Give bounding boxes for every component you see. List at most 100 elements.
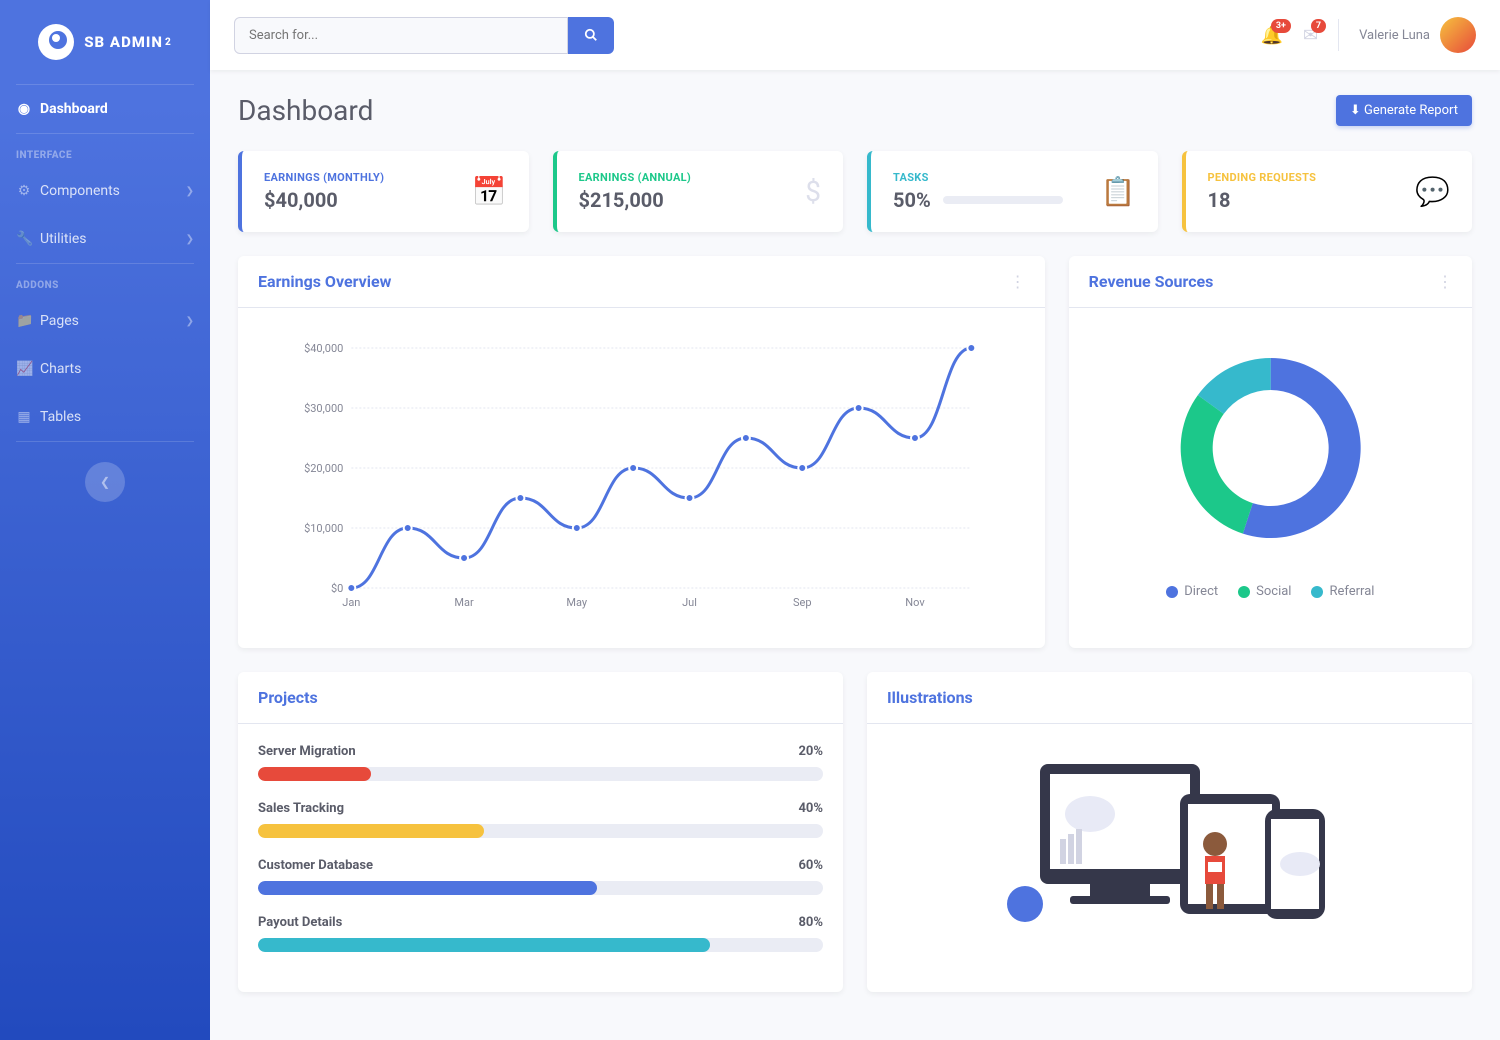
illustrations-panel-header: Illustrations xyxy=(867,672,1472,724)
chevron-right-icon: ❯ xyxy=(186,316,194,327)
page-header: Dashboard ⬇ Generate Report xyxy=(238,94,1472,127)
nav-heading-interface: INTERFACE xyxy=(0,134,210,167)
search-input[interactable] xyxy=(234,17,568,54)
chart-area-icon: 📈 xyxy=(16,361,32,377)
search-form xyxy=(234,17,614,54)
donut-chart-svg xyxy=(1089,328,1452,568)
card-value: 50% xyxy=(893,188,931,212)
project-bar xyxy=(258,824,823,838)
illustrations-body xyxy=(867,724,1472,944)
nav-charts[interactable]: 📈 Charts xyxy=(0,345,210,393)
table-icon: ▦ xyxy=(16,409,32,425)
project-name: Sales Tracking xyxy=(258,801,344,816)
generate-report-label: Generate Report xyxy=(1364,103,1458,118)
legend-social: Social xyxy=(1238,584,1291,599)
card-earnings-monthly: EARNINGS (MONTHLY) $40,000 📅 xyxy=(238,151,529,232)
sidebar-collapse-button[interactable]: ❮ xyxy=(85,462,125,502)
search-button[interactable] xyxy=(568,17,614,54)
svg-text:Nov: Nov xyxy=(905,596,925,609)
svg-text:$0: $0 xyxy=(331,582,343,595)
comments-icon: 💬 xyxy=(1415,175,1450,208)
legend-referral: Referral xyxy=(1311,584,1374,599)
nav-heading-addons: ADDONS xyxy=(0,264,210,297)
generate-report-button[interactable]: ⬇ Generate Report xyxy=(1336,95,1472,126)
nav-pages-label: Pages xyxy=(40,313,79,329)
clipboard-icon: 📋 xyxy=(1101,175,1136,208)
revenue-panel-header: Revenue Sources ⋮ xyxy=(1069,256,1472,308)
project-item: Server Migration20% xyxy=(258,744,823,781)
brand-text: SB ADMIN xyxy=(84,33,163,51)
revenue-menu-button[interactable]: ⋮ xyxy=(1437,272,1452,291)
bottom-row: Projects Server Migration20% Sales Tracki… xyxy=(238,672,1472,992)
user-dropdown[interactable]: Valerie Luna xyxy=(1359,17,1476,53)
svg-text:Jul: Jul xyxy=(682,596,697,609)
chevron-right-icon: ❯ xyxy=(186,186,194,197)
projects-panel: Projects Server Migration20% Sales Tracki… xyxy=(238,672,843,992)
revenue-panel: Revenue Sources ⋮ Direct Social Referral xyxy=(1069,256,1472,648)
avatar xyxy=(1440,17,1476,53)
line-chart-svg: $0$10,000$20,000$30,000$40,000JanMarMayJ… xyxy=(258,328,1025,628)
revenue-legend: Direct Social Referral xyxy=(1089,584,1452,599)
illustration-svg xyxy=(990,734,1350,934)
nav-tables-label: Tables xyxy=(40,409,81,425)
stat-cards: EARNINGS (MONTHLY) $40,000 📅 EARNINGS (A… xyxy=(238,151,1472,232)
project-bar xyxy=(258,881,823,895)
project-item: Sales Tracking 40% xyxy=(258,801,823,838)
illustrations-title: Illustrations xyxy=(887,688,973,707)
nav-components-label: Components xyxy=(40,183,120,199)
cog-icon: ⚙ xyxy=(16,183,32,199)
earnings-menu-button[interactable]: ⋮ xyxy=(1010,272,1025,291)
card-label: PENDING REQUESTS xyxy=(1208,171,1317,184)
card-pending: PENDING REQUESTS 18 💬 xyxy=(1182,151,1473,232)
svg-text:$10,000: $10,000 xyxy=(304,522,343,535)
svg-text:Sep: Sep xyxy=(793,596,812,609)
card-earnings-annual: EARNINGS (ANNUAL) $215,000 $ xyxy=(553,151,844,232)
project-item: Payout Details80% xyxy=(258,915,823,952)
download-icon: ⬇ xyxy=(1350,103,1361,118)
card-value: $40,000 xyxy=(264,188,384,212)
nav-utilities[interactable]: 🔧 Utilities ❯ xyxy=(0,215,210,263)
charts-row: Earnings Overview ⋮ $0$10,000$20,000$30,… xyxy=(238,256,1472,648)
project-item: Customer Database 60% xyxy=(258,858,823,895)
nav-utilities-label: Utilities xyxy=(40,231,87,247)
topbar-right: 🔔 3+ ✉ 7 Valerie Luna xyxy=(1261,17,1476,53)
nav-dashboard-label: Dashboard xyxy=(40,101,108,117)
projects-title: Projects xyxy=(258,688,318,707)
project-name: Payout Details xyxy=(258,915,342,930)
projects-panel-header: Projects xyxy=(238,672,843,724)
card-label: EARNINGS (MONTHLY) xyxy=(264,171,384,184)
svg-text:$30,000: $30,000 xyxy=(304,402,343,415)
alerts-dropdown[interactable]: 🔔 3+ xyxy=(1261,25,1283,46)
topbar: 🔔 3+ ✉ 7 Valerie Luna xyxy=(210,0,1500,70)
earnings-title: Earnings Overview xyxy=(258,272,391,291)
svg-text:Mar: Mar xyxy=(454,596,474,609)
messages-dropdown[interactable]: ✉ 7 xyxy=(1303,25,1318,46)
card-value: 18 xyxy=(1208,188,1317,212)
earnings-chart: $0$10,000$20,000$30,000$40,000JanMarMayJ… xyxy=(238,308,1045,648)
main: 🔔 3+ ✉ 7 Valerie Luna Dashboard ⬇ Genera… xyxy=(210,0,1500,1040)
wrench-icon: 🔧 xyxy=(16,231,32,247)
tasks-progress xyxy=(943,196,1063,204)
card-label: TASKS xyxy=(893,171,1101,184)
card-tasks: TASKS 50% 📋 xyxy=(867,151,1158,232)
nav-dashboard[interactable]: ◉ Dashboard xyxy=(0,85,210,133)
svg-text:Jan: Jan xyxy=(342,596,360,609)
nav-tables[interactable]: ▦ Tables xyxy=(0,393,210,441)
project-pct: 60% xyxy=(798,858,823,873)
nav-pages[interactable]: 📁 Pages ❯ xyxy=(0,297,210,345)
project-pct: 40% xyxy=(798,801,823,816)
chevron-right-icon: ❯ xyxy=(186,234,194,245)
card-label: EARNINGS (ANNUAL) xyxy=(579,171,692,184)
brand[interactable]: SB ADMIN 2 xyxy=(0,0,210,84)
calendar-icon: 📅 xyxy=(472,175,507,208)
project-pct: 20% xyxy=(798,744,823,759)
revenue-title: Revenue Sources xyxy=(1089,272,1214,291)
brand-icon xyxy=(38,24,74,60)
nav-charts-label: Charts xyxy=(40,361,81,377)
project-name: Customer Database xyxy=(258,858,373,873)
content: Dashboard ⬇ Generate Report EARNINGS (MO… xyxy=(210,70,1500,1040)
earnings-panel-header: Earnings Overview ⋮ xyxy=(238,256,1045,308)
nav-components[interactable]: ⚙ Components ❯ xyxy=(0,167,210,215)
projects-body: Server Migration20% Sales Tracking 40% Cust… xyxy=(238,724,843,992)
svg-text:$40,000: $40,000 xyxy=(304,342,343,355)
